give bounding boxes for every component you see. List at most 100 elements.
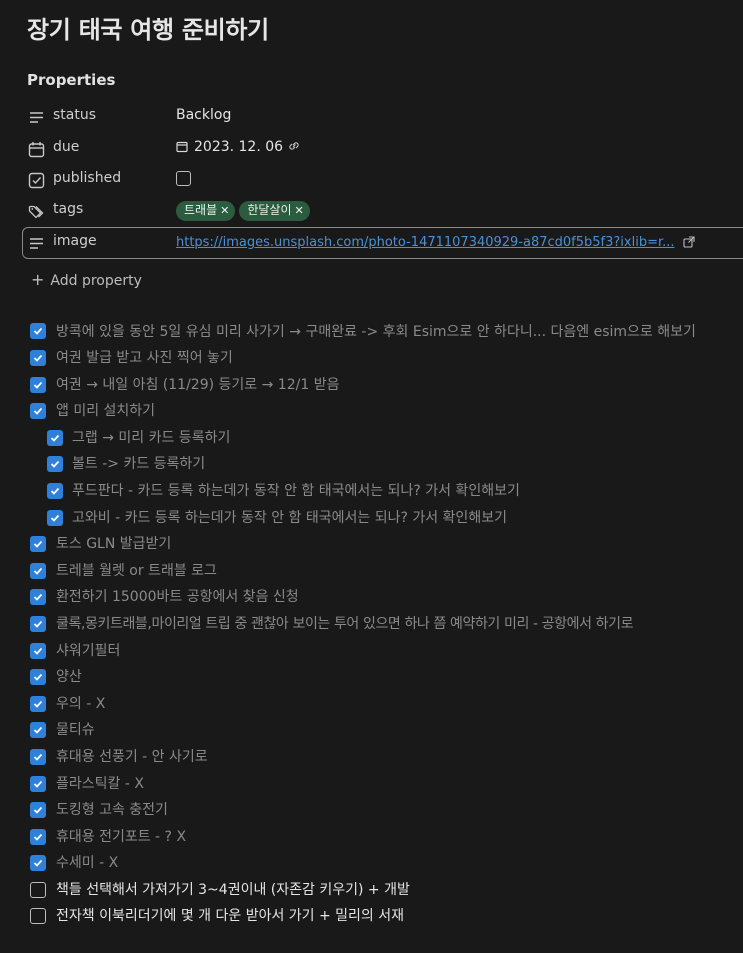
todo-text: 물티슈 (56, 722, 95, 739)
todo-item[interactable]: 샤워기필터 (0, 638, 743, 665)
todo-text: 수세미 - X (56, 855, 119, 872)
todo-text: 쿨록,몽키트래블,마이리얼 트립 중 괜찮아 보이는 투어 있으면 하나 쯤 예… (56, 615, 634, 632)
todo-text: 도킹형 고속 충전기 (56, 802, 168, 819)
tags-icon (28, 205, 44, 219)
checkbox-checked[interactable] (47, 456, 63, 473)
todo-text: 전자책 이북리더기에 몇 개 다운 받아서 가기 + 밀리의 서재 (56, 908, 405, 925)
properties-heading: Properties (27, 71, 116, 89)
todo-item[interactable]: 우의 - X (0, 691, 743, 718)
checkbox-checked[interactable] (30, 615, 46, 632)
todo-item[interactable]: 쿨록,몽키트래블,마이리얼 트립 중 괜찮아 보이는 투어 있으면 하나 쯤 예… (0, 611, 743, 638)
todo-item-nested[interactable]: 그랩 → 미리 카드 등록하기 (0, 425, 743, 452)
checkbox-checked[interactable] (30, 855, 46, 872)
todo-text: 여권 발급 받고 사진 찍어 놓기 (56, 350, 233, 366)
checkbox-checked[interactable] (30, 376, 46, 393)
property-name: published (53, 170, 122, 186)
todo-text: 방콕에 있을 동안 5일 유심 미리 사가기 → 구매완료 -> 후회 Esim… (56, 324, 696, 340)
todo-item[interactable]: 앱 미리 설치하기 (0, 398, 743, 425)
todo-text: 볼트 -> 카드 등록하기 (72, 456, 206, 473)
status-value[interactable]: Backlog (176, 107, 231, 123)
property-tags[interactable]: tags 트래블 ✕ 한달살이 ✕ (22, 196, 743, 226)
todo-text: 트레블 월렛 or 트래블 로그 (56, 562, 217, 579)
published-checkbox[interactable] (176, 170, 191, 190)
property-published[interactable]: published (22, 165, 743, 195)
page-title[interactable]: 장기 태국 여행 준비하기 (27, 10, 269, 45)
todo-item[interactable]: 물티슈 (0, 717, 743, 744)
todo-item[interactable]: 수세미 - X (0, 850, 743, 877)
checkbox-checked[interactable] (30, 669, 46, 686)
checkbox-checked[interactable] (30, 642, 46, 659)
todo-text: 푸드판다 - 카드 등록 하는데가 동작 안 함 태국에서는 되나? 가서 확인… (72, 482, 520, 499)
todo-text: 샤워기필터 (56, 642, 121, 659)
property-name: tags (53, 201, 84, 217)
todo-item[interactable]: 전자책 이북리더기에 몇 개 다운 받아서 가기 + 밀리의 서재 (0, 903, 743, 930)
image-value[interactable]: https://images.unsplash.com/photo-147110… (176, 234, 695, 250)
todo-text: 책들 선택해서 가져가기 3~4권이내 (자존감 키우기) + 개발 (56, 881, 410, 898)
todo-item[interactable]: 여권 → 내일 아침 (11/29) 등기로 → 12/1 받음 (0, 372, 743, 399)
calendar-icon (28, 142, 45, 158)
checkbox-checked[interactable] (47, 482, 63, 499)
text-lines-icon (30, 238, 43, 249)
checkbox-checked[interactable] (47, 429, 63, 446)
todo-item[interactable]: 방콕에 있을 동안 5일 유심 미리 사가기 → 구매완료 -> 후회 Esim… (0, 318, 743, 345)
todo-item-nested[interactable]: 고와비 - 카드 등록 하는데가 동작 안 함 태국에서는 되나? 가서 확인해… (0, 505, 743, 532)
todo-text: 그랩 → 미리 카드 등록하기 (72, 429, 231, 446)
property-name: status (53, 107, 97, 123)
checkbox-checked[interactable] (30, 350, 46, 366)
todo-item[interactable]: 여권 발급 받고 사진 찍어 놓기 (0, 345, 743, 372)
property-image[interactable]: image https://images.unsplash.com/photo-… (22, 227, 743, 259)
checkbox-square-icon (28, 172, 45, 189)
checkbox-checked[interactable] (30, 589, 46, 606)
todo-item[interactable]: 환전하기 15000바트 공항에서 찾음 신청 (0, 584, 743, 611)
tags-value[interactable]: 트래블 ✕ 한달살이 ✕ (176, 201, 314, 221)
property-status[interactable]: status Backlog (22, 102, 743, 132)
calendar-small-icon (176, 141, 188, 153)
add-property-button[interactable]: + Add property (31, 270, 142, 289)
checkbox-checked[interactable] (30, 748, 46, 765)
checkbox-unchecked[interactable] (30, 881, 46, 898)
external-link-icon[interactable] (682, 236, 695, 248)
checkbox-checked[interactable] (30, 828, 46, 845)
todo-text: 여권 → 내일 아침 (11/29) 등기로 → 12/1 받음 (56, 376, 340, 393)
due-value[interactable]: 2023. 12. 06 (176, 139, 301, 155)
checkbox-unchecked[interactable] (30, 908, 46, 925)
todo-text: 양산 (56, 669, 82, 686)
checkbox-checked[interactable] (30, 722, 46, 739)
checkbox-checked[interactable] (30, 323, 46, 339)
todo-text: 고와비 - 카드 등록 하는데가 동작 안 함 태국에서는 되나? 가서 확인해… (72, 509, 507, 526)
plus-icon: + (31, 270, 45, 289)
todo-item[interactable]: 트레블 월렛 or 트래블 로그 (0, 558, 743, 585)
due-date-text: 2023. 12. 06 (194, 139, 284, 155)
tag-chip[interactable]: 트래블 ✕ (176, 201, 236, 221)
property-name: due (53, 139, 80, 155)
todo-item-nested[interactable]: 볼트 -> 카드 등록하기 (0, 451, 743, 478)
todo-item[interactable]: 토스 GLN 발급받기 (0, 531, 743, 558)
link-icon[interactable] (287, 139, 301, 153)
todo-text: 우의 - X (56, 695, 106, 712)
todo-item-nested[interactable]: 푸드판다 - 카드 등록 하는데가 동작 안 함 태국에서는 되나? 가서 확인… (0, 478, 743, 505)
property-due[interactable]: due 2023. 12. 06 (22, 134, 743, 164)
todo-item[interactable]: 도킹형 고속 충전기 (0, 797, 743, 824)
remove-tag-icon[interactable]: ✕ (220, 204, 229, 217)
todo-item[interactable]: 휴대용 선풍기 - 안 사기로 (0, 744, 743, 771)
todo-item[interactable]: 책들 선택해서 가져가기 3~4권이내 (자존감 키우기) + 개발 (0, 877, 743, 904)
todo-item[interactable]: 휴대용 전기포트 - ? X (0, 824, 743, 851)
checkbox-checked[interactable] (30, 403, 46, 420)
remove-tag-icon[interactable]: ✕ (295, 204, 304, 217)
checkbox-checked[interactable] (30, 562, 46, 579)
tag-chip[interactable]: 한달살이 ✕ (239, 201, 310, 221)
todo-item[interactable]: 플라스틱칼 - X (0, 771, 743, 798)
text-lines-icon (30, 112, 43, 123)
todo-item[interactable]: 양산 (0, 664, 743, 691)
property-name: image (53, 233, 97, 249)
checkbox-checked[interactable] (30, 775, 46, 792)
checkbox-checked[interactable] (47, 509, 63, 526)
image-url-link[interactable]: https://images.unsplash.com/photo-147110… (176, 235, 675, 250)
checkbox-checked[interactable] (30, 536, 46, 553)
checklist: 방콕에 있을 동안 5일 유심 미리 사가기 → 구매완료 -> 후회 Esim… (0, 318, 743, 930)
todo-text: 휴대용 선풍기 - 안 사기로 (56, 748, 208, 765)
todo-text: 앱 미리 설치하기 (56, 403, 156, 420)
todo-text: 환전하기 15000바트 공항에서 찾음 신청 (56, 589, 299, 606)
checkbox-checked[interactable] (30, 802, 46, 819)
checkbox-checked[interactable] (30, 695, 46, 712)
